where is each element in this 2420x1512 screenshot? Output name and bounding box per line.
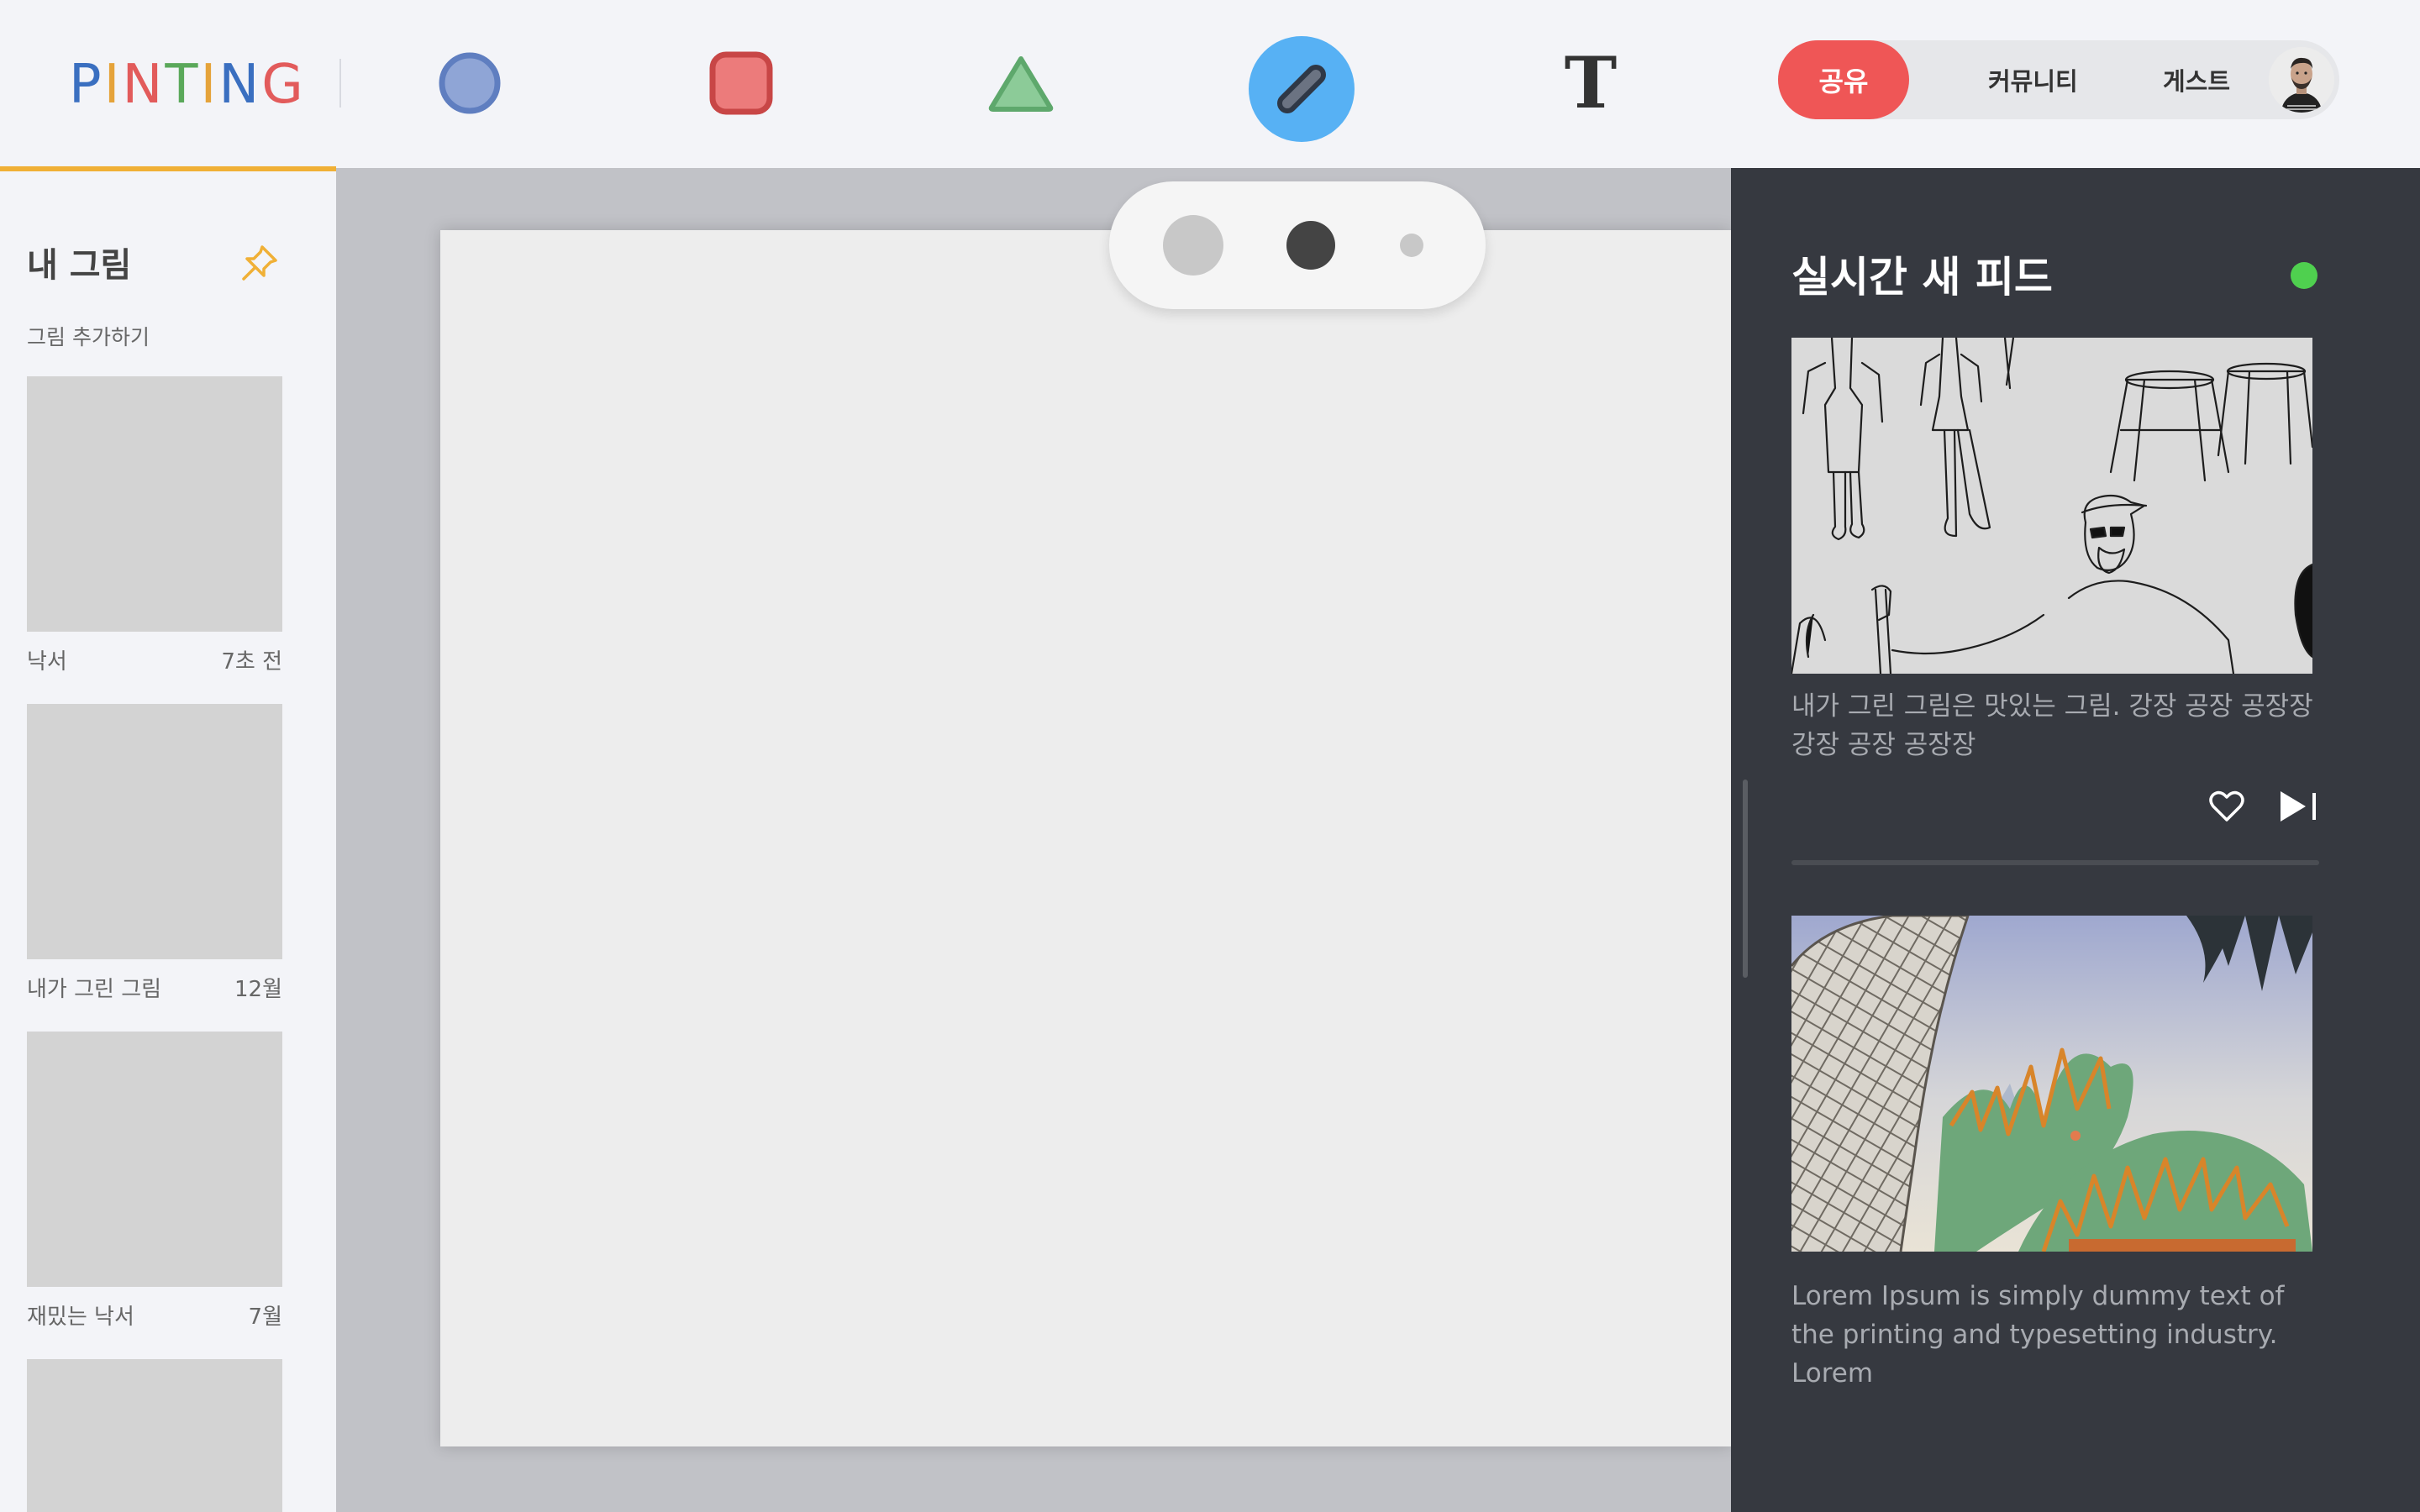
text-tool-button[interactable]: T bbox=[1538, 30, 1644, 136]
drawing-name: 재밌는 낙서 bbox=[27, 1305, 134, 1330]
community-link[interactable]: 커뮤니티 bbox=[1988, 40, 2078, 119]
logo-letter: N bbox=[218, 54, 262, 116]
circle-tool-button[interactable] bbox=[417, 30, 523, 136]
drawing-canvas[interactable] bbox=[440, 230, 1731, 1446]
palm-illustration bbox=[1791, 916, 2312, 1252]
add-drawing-link[interactable]: 그림 추가하기 bbox=[27, 321, 150, 351]
feed-title: 실시간 새 피드 bbox=[1791, 253, 2053, 302]
triangle-icon bbox=[988, 56, 1054, 112]
pen-icon bbox=[1277, 65, 1326, 113]
drawing-time: 7초 전 bbox=[221, 649, 282, 675]
triangle-tool-button[interactable] bbox=[968, 30, 1074, 136]
logo-letter: N bbox=[122, 54, 166, 116]
logo-letter: T bbox=[165, 54, 201, 116]
sidebar-accent-bar bbox=[0, 166, 336, 171]
feed-post-image[interactable] bbox=[1791, 916, 2312, 1252]
logo-letter: P bbox=[69, 54, 104, 116]
brush-size-small[interactable] bbox=[1400, 234, 1423, 257]
logo-letter: I bbox=[200, 54, 219, 116]
feed-post-text: 내가 그린 그림은 맛있는 그림. 강장 공장 공장장 강장 공장 공장장 bbox=[1791, 691, 2313, 760]
brush-size-large[interactable] bbox=[1163, 215, 1223, 276]
brush-size-medium[interactable] bbox=[1286, 221, 1335, 270]
app-logo[interactable]: PINTING bbox=[69, 54, 306, 116]
live-status-indicator bbox=[2291, 262, 2317, 289]
circle-icon bbox=[439, 52, 501, 114]
feed-post-text: Lorem Ipsum is simply dummy text of the … bbox=[1791, 1281, 2285, 1389]
sketch-illustration bbox=[1791, 338, 2312, 674]
text-icon: T bbox=[1564, 41, 1618, 124]
logo-letter: I bbox=[103, 54, 123, 116]
heart-icon[interactable] bbox=[2208, 788, 2245, 825]
skip-next-icon[interactable] bbox=[2277, 788, 2319, 825]
drawing-thumbnail[interactable] bbox=[27, 704, 282, 959]
drawing-time: 12월 bbox=[234, 977, 282, 1002]
rectangle-tool-button[interactable] bbox=[688, 30, 794, 136]
drawing-thumbnail[interactable] bbox=[27, 1359, 282, 1512]
drawing-thumbnail[interactable] bbox=[27, 1032, 282, 1287]
feed-scrollbar[interactable] bbox=[1743, 780, 1748, 978]
feed-post-image[interactable] bbox=[1791, 338, 2312, 674]
drawing-name: 내가 그린 그림 bbox=[27, 977, 162, 1002]
rounded-square-icon bbox=[709, 51, 773, 115]
pin-icon[interactable] bbox=[239, 242, 281, 284]
logo-letter: G bbox=[261, 54, 306, 116]
toolbar-divider bbox=[339, 59, 341, 108]
user-portrait-icon bbox=[2269, 47, 2334, 113]
drawing-name: 낙서 bbox=[27, 649, 67, 675]
avatar[interactable] bbox=[2269, 47, 2334, 113]
feed-separator bbox=[1791, 860, 2319, 865]
sidebar-title: 내 그림 bbox=[27, 246, 132, 285]
share-button[interactable]: 공유 bbox=[1778, 40, 1909, 119]
pen-tool-button[interactable] bbox=[1249, 36, 1355, 142]
drawing-thumbnail[interactable] bbox=[27, 376, 282, 632]
guest-link[interactable]: 게스트 bbox=[2163, 40, 2230, 119]
drawing-time: 7월 bbox=[248, 1305, 282, 1330]
